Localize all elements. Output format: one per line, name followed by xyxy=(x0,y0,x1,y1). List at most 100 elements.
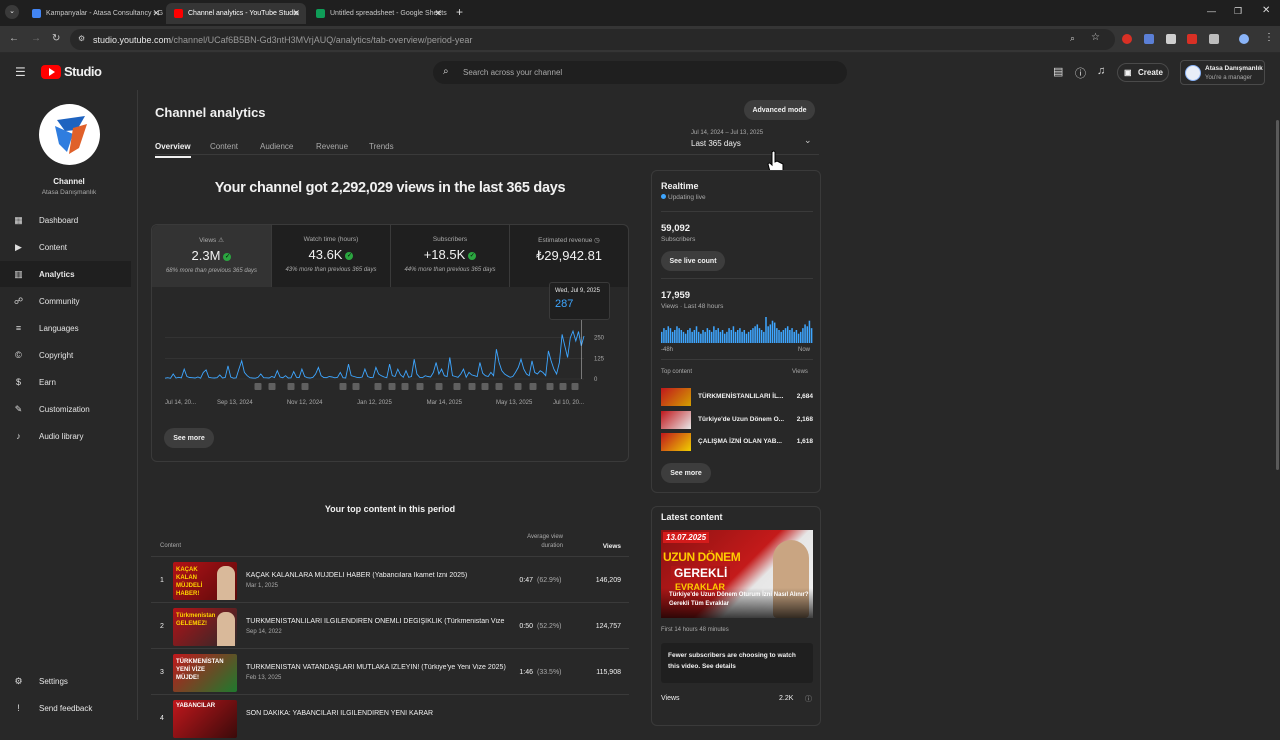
browser-tab[interactable]: Kampanyalar - Atasa Consultancy - G ✕ xyxy=(24,3,166,24)
sidebar-item-dashboard[interactable]: ▦ Dashboard xyxy=(0,207,131,233)
studio-logo[interactable]: Studio xyxy=(41,64,102,79)
back-icon[interactable]: ← xyxy=(9,33,19,44)
url-input[interactable]: ⚙ studio.youtube.com/channel/UCaf6B5BN-G… xyxy=(70,29,1115,50)
row-date: Feb 13, 2025 xyxy=(246,675,282,681)
clock-icon: ◷ xyxy=(594,237,600,244)
page-scrollbar[interactable] xyxy=(1276,120,1279,470)
realtime-top-item[interactable]: Türkiye'de Uzun Dönem O... 2,168 xyxy=(661,411,813,429)
realtime-see-more-button[interactable]: See more xyxy=(661,463,711,483)
realtime-bar xyxy=(778,330,780,343)
sidebar-item-copyright[interactable]: © Copyright xyxy=(0,342,131,368)
channel-avatar[interactable] xyxy=(39,104,100,165)
search-input[interactable]: ⌕ Search across your channel xyxy=(433,61,847,84)
realtime-bar xyxy=(808,320,811,343)
video-thumbnail[interactable]: TÜRKMENİSTAN YENİ VİZE MÜJDE! xyxy=(173,654,237,692)
notifications-bell-icon[interactable]: ♫ xyxy=(1097,65,1105,77)
row-title[interactable]: KAÇAK KALANLARA MÜJDELİ HABER (Yabancıla… xyxy=(246,572,506,579)
minimize-icon[interactable]: — xyxy=(1207,6,1216,16)
latest-notice-box[interactable]: Fewer subscribers are choosing to watch … xyxy=(661,643,813,683)
profile-icon[interactable] xyxy=(1239,34,1249,44)
tab-revenue[interactable]: Revenue xyxy=(316,142,348,151)
forward-icon[interactable]: → xyxy=(31,33,41,44)
video-thumbnail[interactable]: YABANCILAR xyxy=(173,700,237,738)
table-row[interactable]: 1 KAÇAK KALAN MÜJDELİ HABER! KAÇAK KALAN… xyxy=(151,556,629,602)
extension-icon[interactable] xyxy=(1166,34,1176,44)
browser-menu-icon[interactable]: ⋮ xyxy=(1264,32,1274,43)
realtime-bar xyxy=(697,331,700,343)
advanced-mode-button[interactable]: Advanced mode xyxy=(744,100,815,120)
comments-icon[interactable]: ▤ xyxy=(1053,65,1063,78)
bookmark-star-icon[interactable]: ☆ xyxy=(1091,32,1100,43)
realtime-bar xyxy=(678,328,680,343)
row-avd-percent: (62.9%) xyxy=(537,577,562,584)
realtime-card: Realtime Updating live 59,092 Subscriber… xyxy=(651,170,821,493)
row-title[interactable]: TÜRKMENİSTAN VATANDAŞLARI MUTLAKA İZLEYİ… xyxy=(246,664,506,671)
sidebar-item-earn[interactable]: $ Earn xyxy=(0,369,131,395)
metric-subscribers[interactable]: Subscribers +18.5K ✓ 44% more than previo… xyxy=(390,225,509,287)
tab-content[interactable]: Content xyxy=(210,142,238,151)
row-title[interactable]: SON DAKİKA: YABANCILARI İLGİLENDİREN YEN… xyxy=(246,710,506,717)
realtime-bar xyxy=(732,326,735,343)
close-tab-icon[interactable]: ✕ xyxy=(292,8,300,19)
video-thumbnail[interactable]: Türkmenistan GELEMEZ! xyxy=(173,608,237,646)
metric-watch-time[interactable]: Watch time (hours) 43.6K ✓ 43% more than … xyxy=(271,225,390,287)
realtime-top-item[interactable]: ÇALIŞMA İZNİ OLAN YAB... 1,618 xyxy=(661,433,813,451)
realtime-bar-chart[interactable] xyxy=(661,315,813,343)
maximize-icon[interactable]: ❐ xyxy=(1234,6,1242,17)
metric-revenue[interactable]: Estimated revenue ◷ ₺29,942.81 xyxy=(509,225,628,287)
video-thumbnail[interactable]: KAÇAK KALAN MÜJDELİ HABER! xyxy=(173,562,237,600)
browser-tab-active[interactable]: Channel analytics - YouTube Studio ✕ xyxy=(166,3,306,24)
sidebar-item-content[interactable]: ▶ Content xyxy=(0,234,131,260)
realtime-subscribers-value: 59,092 xyxy=(661,223,691,234)
new-tab-icon[interactable]: + xyxy=(456,5,463,19)
extension-icon[interactable] xyxy=(1144,34,1154,44)
hamburger-menu-icon[interactable]: ☰ xyxy=(15,65,26,79)
tab-list-chevron-icon[interactable]: ⌄ xyxy=(5,5,19,19)
check-icon: ✓ xyxy=(468,251,477,260)
realtime-bar xyxy=(786,326,789,343)
table-row[interactable]: 3 TÜRKMENİSTAN YENİ VİZE MÜJDE! TÜRKMENİ… xyxy=(151,648,629,694)
site-info-icon[interactable]: ⚙ xyxy=(78,34,85,43)
row-title[interactable]: TÜRKMENİSTANLILARI İLGİLENDİREN ÖNEMLİ D… xyxy=(246,618,506,625)
browser-tab[interactable]: Untitled spreadsheet - Google Sheets ✕ xyxy=(308,3,448,24)
see-live-count-button[interactable]: See live count xyxy=(661,251,725,271)
latest-video-thumbnail[interactable]: 13.07.2025 UZUN DÖNEM GEREKLİ EVRAKLAR T… xyxy=(661,530,813,618)
adblock-icon[interactable] xyxy=(1187,34,1197,44)
latest-since: First 14 hours 48 minutes xyxy=(661,627,729,633)
close-tab-icon[interactable]: ✕ xyxy=(152,8,160,19)
sidebar-item-send-feedback[interactable]: ! Send feedback xyxy=(0,695,131,721)
row-views: 124,757 xyxy=(595,623,621,630)
realtime-top-item[interactable]: TÜRKMENİSTANLILARI İL... 2,684 xyxy=(661,388,813,406)
account-switcher[interactable]: Atasa Danışmanlık You're a manager xyxy=(1180,60,1265,85)
table-row[interactable]: 2 Türkmenistan GELEMEZ! TÜRKMENİSTANLILA… xyxy=(151,602,629,648)
tab-trends[interactable]: Trends xyxy=(369,142,394,151)
close-tab-icon[interactable]: ✕ xyxy=(434,8,442,19)
create-button[interactable]: ▣ Create xyxy=(1117,63,1169,82)
sidebar-item-audio-library[interactable]: ♪ Audio library xyxy=(0,423,131,449)
zoom-icon[interactable]: ⌕ xyxy=(1070,33,1075,44)
realtime-bar xyxy=(795,330,798,343)
table-row[interactable]: 4 YABANCILAR SON DAKİKA: YABANCILARI İLG… xyxy=(151,694,629,740)
sidebar-item-settings[interactable]: ⚙ Settings xyxy=(0,668,131,694)
date-range-picker[interactable]: Jul 14, 2024 – Jul 13, 2025 Last 365 day… xyxy=(691,130,815,154)
sidebar-item-customization[interactable]: ✎ Customization xyxy=(0,396,131,422)
realtime-bar xyxy=(789,330,791,343)
chart-see-more-button[interactable]: See more xyxy=(164,428,214,448)
info-icon[interactable]: ⓘ xyxy=(805,694,812,704)
thumbnail-text: Türkmenistan GELEMEZ! xyxy=(176,613,216,627)
check-icon: ✓ xyxy=(223,252,232,261)
reload-icon[interactable]: ↻ xyxy=(52,33,60,44)
metric-views[interactable]: Views ⚠ 2.3M ✓ 68% more than previous 365… xyxy=(152,225,271,287)
extensions-puzzle-icon[interactable] xyxy=(1209,34,1219,44)
row-avd-percent: (52.2%) xyxy=(537,623,562,630)
sidebar-item-community[interactable]: ☍ Community xyxy=(0,288,131,314)
close-window-icon[interactable]: ✕ xyxy=(1262,5,1270,16)
sidebar-item-analytics[interactable]: ▥ Analytics xyxy=(0,261,131,287)
realtime-title: Realtime xyxy=(661,181,699,191)
tab-audience[interactable]: Audience xyxy=(260,142,293,151)
main-content: Channel analytics Advanced mode Overview… xyxy=(139,90,1280,738)
tab-overview[interactable]: Overview xyxy=(155,142,191,158)
sidebar-item-languages[interactable]: ≡ Languages xyxy=(0,315,131,341)
extension-icon[interactable] xyxy=(1122,34,1132,44)
help-icon[interactable]: ⓘ xyxy=(1075,65,1086,81)
